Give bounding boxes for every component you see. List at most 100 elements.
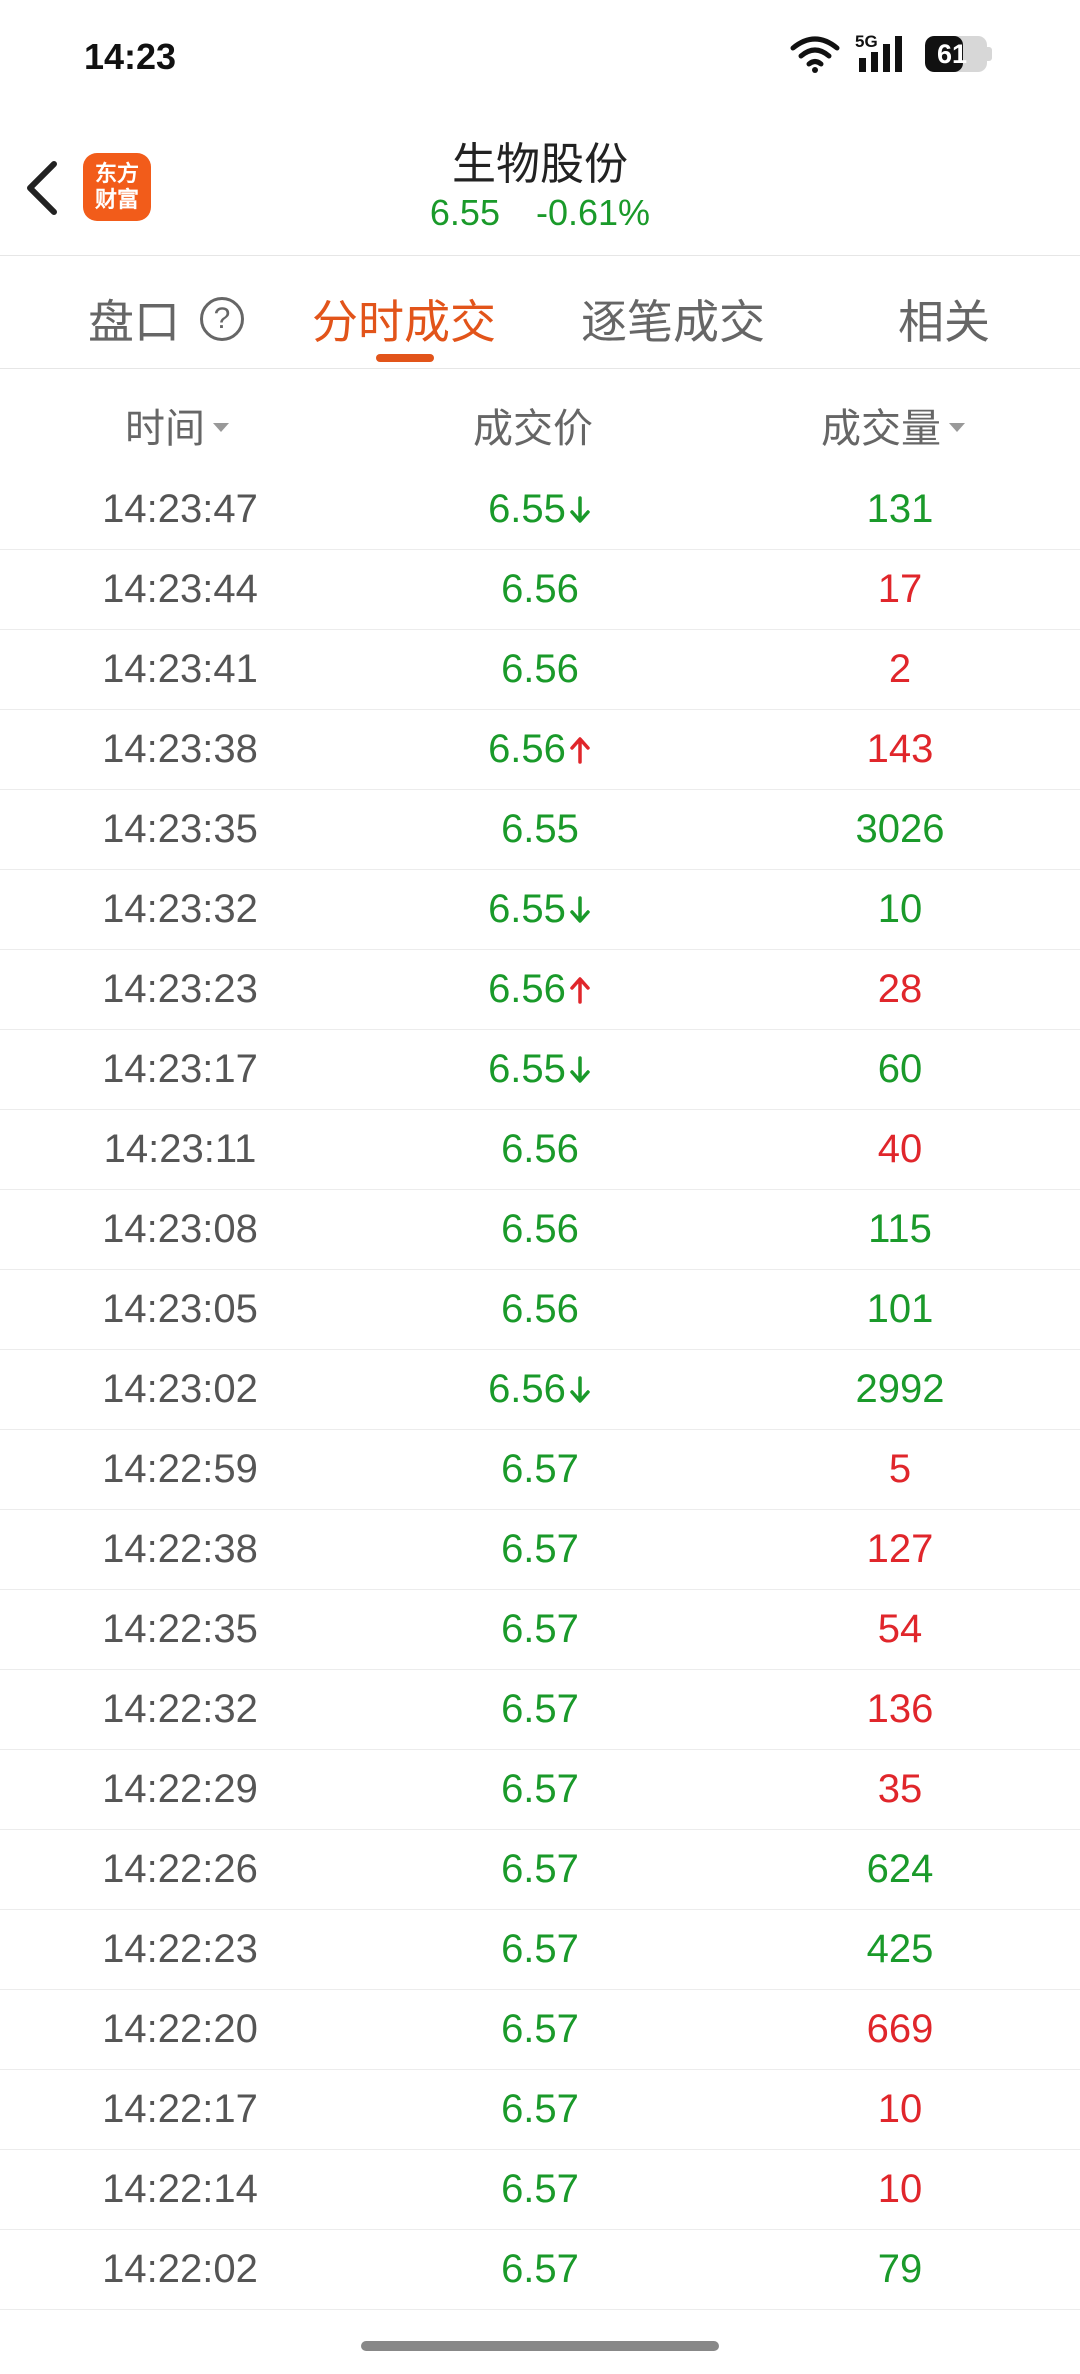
tab-time-trades[interactable]: 分时成交 bbox=[312, 286, 496, 352]
sort-caret-icon bbox=[213, 422, 229, 432]
table-row: 14:22:02 6.57 79 bbox=[0, 2230, 1080, 2310]
trade-volume: 669 bbox=[866, 2007, 934, 2051]
trade-time: 14:23:35 bbox=[102, 807, 258, 851]
trade-volume: 40 bbox=[877, 1127, 923, 1171]
table-row: 14:22:23 6.57 425 bbox=[0, 1910, 1080, 1990]
tab-bar: 盘口 ? 分时成交 逐笔成交 相关 bbox=[0, 256, 1080, 369]
column-header-volume[interactable]: 成交量 bbox=[821, 396, 965, 454]
trade-volume: 115 bbox=[868, 1207, 932, 1251]
column-header-price-label: 成交价 bbox=[473, 407, 593, 451]
trade-price-wrap: 6.57 bbox=[501, 2310, 579, 2328]
trade-time: 14:22:17 bbox=[102, 2087, 258, 2131]
trade-price: 6.57 bbox=[501, 1927, 579, 1971]
trade-price-wrap: 6.57 bbox=[501, 1990, 579, 2069]
trade-price-cell: 6.57 bbox=[400, 2310, 680, 2328]
trade-time: 14:23:08 bbox=[102, 1207, 258, 1251]
tab-related[interactable]: 相关 bbox=[898, 286, 990, 352]
trade-time: 14:23:11 bbox=[103, 1127, 257, 1171]
change-percent: -0.61% bbox=[536, 192, 651, 233]
status-time: 14:23 bbox=[84, 36, 177, 77]
trade-price-wrap: 6.55 bbox=[501, 790, 579, 869]
trade-price: 6.56 bbox=[488, 1367, 566, 1411]
trade-price: 6.57 bbox=[501, 1447, 579, 1491]
trade-price: 6.56 bbox=[501, 567, 579, 611]
trade-price-cell: 6.56 bbox=[400, 550, 680, 629]
trade-volume: 624 bbox=[866, 1847, 934, 1891]
trade-price-wrap: 6.57 bbox=[501, 1670, 579, 1749]
help-icon[interactable]: ? bbox=[200, 297, 244, 341]
trade-time: 14:22:38 bbox=[102, 1527, 258, 1571]
trade-volume: 54 bbox=[877, 1607, 923, 1651]
table-row: 14:23:11 6.56 40 bbox=[0, 1110, 1080, 1190]
trade-price-cell: 6.57 bbox=[400, 1830, 680, 1909]
table-row: 14:23:32 6.55 10 bbox=[0, 870, 1080, 950]
battery-tip bbox=[987, 47, 992, 61]
table-row: 14:22:20 6.57 669 bbox=[0, 1990, 1080, 2070]
home-indicator[interactable] bbox=[361, 2341, 719, 2351]
trade-price: 6.56 bbox=[488, 967, 566, 1011]
trade-price-wrap: 6.57 bbox=[501, 1510, 579, 1589]
trade-price-cell: 6.57 bbox=[400, 2150, 680, 2229]
column-header-price: 成交价 bbox=[473, 396, 593, 454]
trade-volume: 10 bbox=[877, 887, 923, 931]
table-row: 14:22:14 6.57 10 bbox=[0, 2150, 1080, 2230]
trade-list[interactable]: 14:23:47 6.55 131 14:23:44 6.56 17 14:23:41 6.5… bbox=[0, 470, 1080, 2328]
trade-volume: 10 bbox=[877, 2087, 923, 2131]
trade-price: 6.57 bbox=[501, 1607, 579, 1651]
trade-price: 6.57 bbox=[501, 1767, 579, 1811]
table-header: 时间 成交价 成交量 bbox=[0, 370, 1080, 470]
status-icons: 5G 61 bbox=[789, 32, 992, 74]
table-row: 14:22:35 6.57 54 bbox=[0, 1590, 1080, 1670]
trade-price-cell: 6.56 bbox=[400, 1110, 680, 1189]
trade-time: 14:23:05 bbox=[102, 1287, 258, 1331]
trade-time: 14:22:59 bbox=[102, 1447, 258, 1491]
table-row: 14:23:08 6.56 115 bbox=[0, 1190, 1080, 1270]
trade-time: 14:22:35 bbox=[102, 1607, 258, 1651]
table-row: 14:22:32 6.57 136 bbox=[0, 1670, 1080, 1750]
trade-price-cell: 6.57 bbox=[400, 1670, 680, 1749]
tab-order-book[interactable]: 盘口 ? bbox=[88, 286, 244, 352]
trade-price-cell: 6.56 bbox=[400, 1350, 680, 1429]
trade-price-cell: 6.57 bbox=[400, 1510, 680, 1589]
stock-name: 生物股份 bbox=[452, 140, 628, 189]
arrow-down-icon bbox=[570, 495, 590, 523]
trade-time: 14:22:26 bbox=[102, 1847, 258, 1891]
trade-price-wrap: 6.55 bbox=[488, 470, 592, 549]
trade-price: 6.57 bbox=[501, 1847, 579, 1891]
trade-price: 6.56 bbox=[488, 727, 566, 771]
trade-price-wrap: 6.56 bbox=[501, 630, 579, 709]
tab-tick-trades[interactable]: 逐笔成交 bbox=[581, 286, 765, 352]
trade-volume: 2 bbox=[888, 647, 912, 691]
trade-price: 6.57 bbox=[501, 2310, 579, 2328]
trade-price: 6.57 bbox=[501, 2087, 579, 2131]
trade-volume: 17 bbox=[877, 567, 923, 611]
trade-price-wrap: 6.57 bbox=[501, 1430, 579, 1509]
trade-price-wrap: 6.56 bbox=[501, 550, 579, 629]
trade-price: 6.56 bbox=[501, 647, 579, 691]
trade-price: 6.55 bbox=[501, 807, 579, 851]
table-row: 14:23:35 6.55 3026 bbox=[0, 790, 1080, 870]
trade-price-cell: 6.56 bbox=[400, 630, 680, 709]
table-row: 14:22:29 6.57 35 bbox=[0, 1750, 1080, 1830]
trade-price-cell: 6.57 bbox=[400, 1750, 680, 1829]
trade-volume: 131 bbox=[866, 487, 934, 531]
trade-price-cell: 6.55 bbox=[400, 870, 680, 949]
trade-price-wrap: 6.56 bbox=[501, 1270, 579, 1349]
trade-time: 14:22:20 bbox=[102, 2007, 258, 2051]
trade-price: 6.56 bbox=[501, 1287, 579, 1331]
trade-price-cell: 6.56 bbox=[400, 950, 680, 1029]
column-header-time[interactable]: 时间 bbox=[125, 396, 229, 454]
trade-price-cell: 6.55 bbox=[400, 470, 680, 549]
trade-price-cell: 6.56 bbox=[400, 1270, 680, 1349]
trade-volume: 3026 bbox=[855, 807, 945, 851]
trade-time: 14:23:32 bbox=[102, 887, 258, 931]
trade-price-cell: 6.57 bbox=[400, 2230, 680, 2309]
trade-price-cell: 6.57 bbox=[400, 1910, 680, 1989]
trade-price: 6.57 bbox=[501, 2167, 579, 2211]
last-price: 6.55 bbox=[429, 192, 500, 233]
status-bar: 14:23 5G 61 bbox=[0, 0, 1080, 110]
trade-time: 14:23:38 bbox=[102, 727, 258, 771]
trade-price: 6.56 bbox=[501, 1207, 579, 1251]
trade-price-wrap: 6.56 bbox=[488, 710, 592, 789]
tab-related-label: 相关 bbox=[898, 296, 990, 348]
